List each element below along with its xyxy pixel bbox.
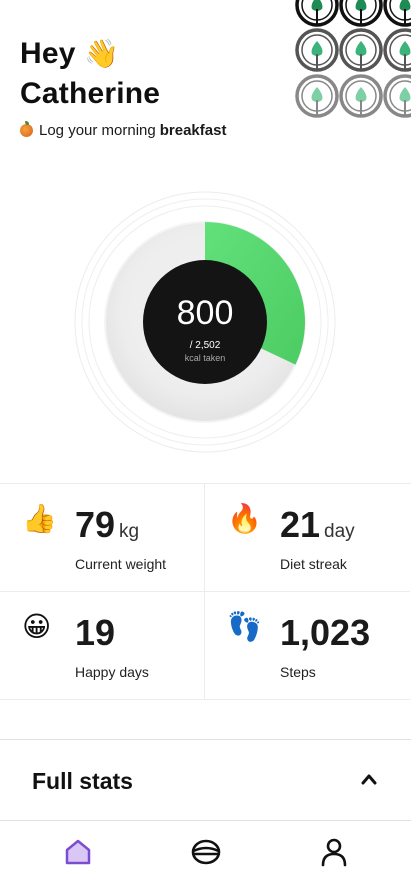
stat-number: 21 [280,504,321,545]
stat-number: 79 [75,504,116,545]
stat-value: 1,023 [280,612,370,654]
stats-grid: 👍 79 kg Current weight 🔥 21 day Diet strea… [0,483,411,700]
nav-home[interactable] [61,835,95,869]
stat-value: 79 kg [75,504,139,546]
stat-value: 21 day [280,504,355,546]
stat-current-weight[interactable]: 👍 79 kg Current weight [0,484,205,592]
smiley-icon: 😀 [22,610,52,643]
thumbs-up-icon: 👍 [22,502,57,535]
user-name: Catherine [20,77,161,110]
nav-food[interactable] [189,835,223,869]
stat-value: 19 [75,612,115,654]
meal-prompt-meal: breakfast [159,122,227,139]
decorative-pattern [291,0,411,125]
meal-prompt-text: Log your morning [39,122,156,139]
fire-icon: 🔥 [227,502,262,535]
stat-steps[interactable]: 👣 1,023 Steps [205,592,410,700]
stat-number: 19 [75,612,116,653]
greeting: Hey 👋 Catherine [20,34,160,114]
wave-emoji-icon: 👋 [84,37,120,70]
meal-prompt[interactable]: Log your morning breakfast [20,121,227,139]
stat-unit: day [324,521,355,542]
home-icon [65,839,91,865]
stat-label: Current weight [75,556,167,572]
stat-unit: kg [119,521,140,542]
calories-goal: / 2,502 [190,340,221,351]
nav-profile[interactable] [317,835,351,869]
header: Hey 👋 Catherine Log your morning breakfa… [0,0,411,160]
stat-label: Happy days [75,664,149,680]
greeting-hey: Hey [20,37,76,70]
stat-diet-streak[interactable]: 🔥 21 day Diet streak [205,484,410,592]
calories-caption: kcal taken [185,353,226,363]
full-stats-panel[interactable]: Full stats [0,739,411,821]
stat-number: 1,023 [280,612,371,653]
calorie-ring-graphic: 800 / 2,502 kcal taken [74,191,336,453]
profile-icon [321,838,347,867]
calorie-ring[interactable]: 800 / 2,502 kcal taken [0,180,411,470]
bottom-nav [0,821,411,884]
stat-label: Steps [280,664,316,680]
calories-taken-value: 800 [177,294,234,332]
chevron-up-icon[interactable] [361,772,377,786]
stat-happy-days[interactable]: 😀 19 Happy days [0,592,205,700]
footprints-icon: 👣 [227,610,262,643]
orange-icon [20,121,33,137]
stat-label: Diet streak [280,556,347,572]
food-bowl-icon [191,839,221,865]
full-stats-title: Full stats [32,768,133,794]
